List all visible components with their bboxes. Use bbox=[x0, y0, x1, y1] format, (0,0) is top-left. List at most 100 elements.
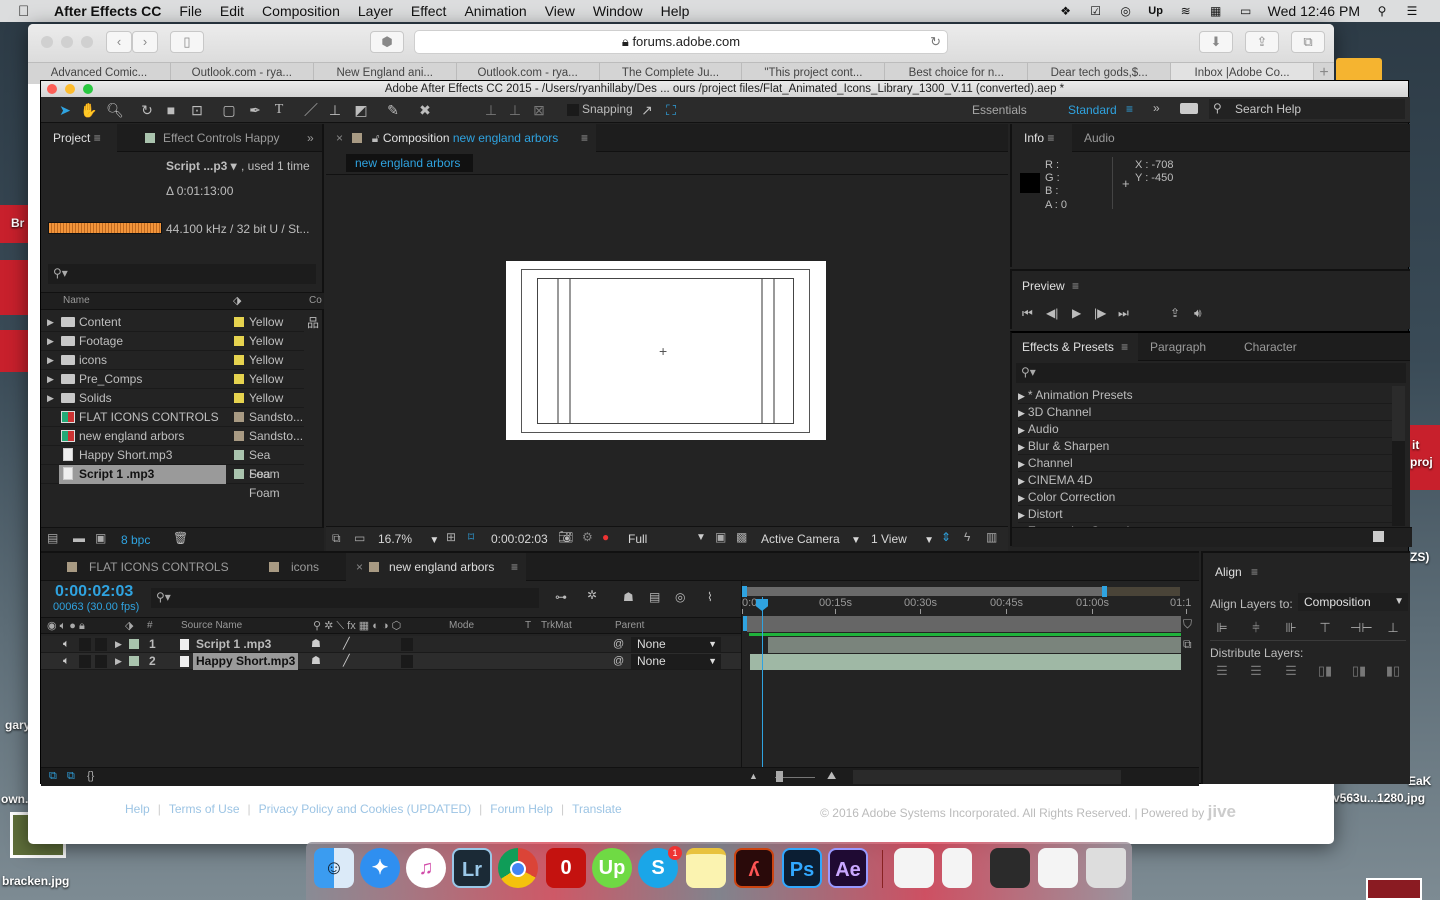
effects-category[interactable]: ▶ * Animation Presets bbox=[1018, 387, 1392, 404]
play-icon[interactable]: ▶ bbox=[1072, 306, 1081, 320]
clock[interactable]: Wed 12:46 PM bbox=[1268, 3, 1360, 19]
menu-animation[interactable]: Animation bbox=[464, 3, 526, 19]
minimize-button[interactable] bbox=[65, 84, 75, 94]
tab-audio[interactable]: Audio bbox=[1084, 124, 1115, 152]
label-color-swatch[interactable] bbox=[234, 450, 244, 460]
layer-source-name[interactable]: Happy Short.mp3 bbox=[193, 653, 299, 670]
composition-viewer-canvas[interactable]: + bbox=[506, 261, 826, 440]
time-ruler[interactable]: 0:0 00:15s 00:30s 00:45s 01:00s 01:1 bbox=[742, 597, 1191, 615]
effects-category[interactable]: ▶ Blur & Sharpen bbox=[1018, 438, 1392, 455]
desktop-file-label[interactable]: ZS) bbox=[1410, 550, 1429, 564]
zoom-tool-icon[interactable]: 🔍︎ bbox=[105, 101, 125, 119]
new-composition-icon[interactable]: ▣ bbox=[95, 531, 106, 545]
dock-minimized-window[interactable] bbox=[942, 848, 972, 888]
dock-photoshop-icon[interactable]: Ps bbox=[782, 848, 822, 888]
tab-info[interactable]: Info ≡ bbox=[1012, 124, 1072, 152]
expand-arrow-icon[interactable]: ▶ bbox=[1018, 476, 1025, 486]
frame-blending-icon[interactable]: ▤ bbox=[649, 590, 660, 604]
zoom-button[interactable] bbox=[81, 36, 93, 48]
zoom-button[interactable] bbox=[83, 84, 93, 94]
effects-category[interactable]: ▶ CINEMA 4D bbox=[1018, 472, 1392, 489]
menu-edit[interactable]: Edit bbox=[220, 3, 244, 19]
footer-link-privacy[interactable]: Privacy Policy and Cookies (UPDATED) bbox=[259, 802, 472, 816]
align-vertical-center-icon[interactable]: ⊣⊢ bbox=[1350, 620, 1373, 636]
flowchart-icon[interactable]: 品 bbox=[307, 314, 319, 331]
label-color-swatch[interactable] bbox=[234, 317, 244, 327]
label-color-swatch[interactable] bbox=[234, 336, 244, 346]
project-item[interactable]: ▶ Pre_Comps Yellow bbox=[41, 370, 304, 389]
solo-toggle[interactable] bbox=[79, 638, 91, 651]
3d-layer-switch[interactable] bbox=[401, 655, 413, 668]
last-frame-icon[interactable]: ⏭ bbox=[1118, 306, 1129, 321]
previous-frame-icon[interactable]: ◀| bbox=[1046, 306, 1058, 320]
camera-tool-icon[interactable]: ■ bbox=[161, 101, 181, 119]
channel-rgb-icon[interactable]: ● bbox=[602, 530, 609, 544]
transfer-controls-toggle-icon[interactable]: ⧉ bbox=[67, 770, 75, 783]
current-time-display[interactable]: 0:00:02:03 bbox=[491, 532, 548, 546]
tab-composition[interactable]: × 🔓︎ Composition new england arbors bbox=[326, 124, 596, 152]
downloads-button[interactable]: ⬇ bbox=[1199, 31, 1233, 53]
tab-effects-presets[interactable]: Effects & Presets ≡ bbox=[1012, 333, 1138, 361]
magnification-dropdown[interactable]: 16.7% ▼ bbox=[378, 532, 439, 546]
column-t[interactable]: T bbox=[525, 620, 531, 631]
label-color-swatch[interactable] bbox=[234, 431, 244, 441]
label-color-swatch[interactable] bbox=[234, 355, 244, 365]
project-item[interactable]: ▶ Content Yellow bbox=[41, 313, 304, 332]
mute-audio-icon[interactable]: 🔊︎ bbox=[1194, 306, 1202, 321]
title-action-safe-icon[interactable]: ⊞ bbox=[446, 530, 456, 544]
timeline-horizontal-scrollbar[interactable] bbox=[853, 770, 1121, 784]
parent-dropdown[interactable]: None ▼ bbox=[631, 654, 721, 669]
resolution-dropdown[interactable]: Full bbox=[628, 532, 647, 546]
distribute-bottom-icon[interactable]: ☰ bbox=[1282, 663, 1300, 679]
hand-tool-icon[interactable]: ✋ bbox=[79, 101, 99, 119]
sidebar-toggle-button[interactable]: ▯ bbox=[170, 31, 204, 53]
layer-row[interactable]: 🔈︎ ▶ 2 Happy Short.mp3 ☗ ╱ @ None ▼ bbox=[41, 653, 741, 670]
desktop-file-label[interactable]: v563u...1280.jpg bbox=[1333, 791, 1425, 805]
desktop-file-label[interactable]: gary bbox=[5, 718, 30, 732]
dock-acrobat-icon[interactable]: ʎ bbox=[734, 848, 774, 888]
graph-editor-icon[interactable]: ⌇ bbox=[707, 590, 713, 604]
menu-layer[interactable]: Layer bbox=[358, 3, 393, 19]
footer-link-forum-help[interactable]: Forum Help bbox=[490, 802, 553, 816]
navigator-end-handle[interactable] bbox=[1102, 586, 1107, 597]
dock-minimized-window[interactable] bbox=[1038, 848, 1078, 888]
work-area-navigator[interactable] bbox=[744, 587, 1180, 596]
world-axis-icon[interactable]: ⊥ bbox=[505, 101, 525, 119]
dock-finder-icon[interactable]: ☺ bbox=[314, 848, 354, 888]
panel-menu-icon[interactable]: ≡ bbox=[581, 124, 588, 152]
dock-upwork-icon[interactable]: Up bbox=[592, 848, 632, 888]
always-preview-icon[interactable]: ⧉ bbox=[332, 531, 341, 546]
timeline-tab-flat-icons-controls[interactable]: FLAT ICONS CONTROLS bbox=[41, 553, 231, 581]
timeline-tab-icons[interactable]: icons bbox=[269, 553, 319, 581]
transparency-grid-icon[interactable]: ▩ bbox=[736, 530, 747, 544]
distribute-vertical-center-icon[interactable]: ☰ bbox=[1247, 663, 1265, 679]
forward-button[interactable]: › bbox=[132, 31, 158, 53]
label-color-swatch[interactable] bbox=[129, 656, 139, 666]
expand-arrow-icon[interactable]: ▶ bbox=[47, 389, 54, 408]
label-color-swatch[interactable] bbox=[234, 412, 244, 422]
motion-blur-icon[interactable]: ◎ bbox=[675, 590, 685, 604]
more-panels-icon[interactable]: » bbox=[307, 124, 314, 152]
lock-toggle[interactable] bbox=[95, 655, 107, 668]
column-trkmat[interactable]: TrkMat bbox=[541, 620, 572, 631]
lock-toggle[interactable] bbox=[95, 638, 107, 651]
footer-link-terms[interactable]: Terms of Use bbox=[169, 802, 240, 816]
expand-arrow-icon[interactable]: ▶ bbox=[1018, 510, 1025, 520]
effects-category[interactable]: ▶ Distort bbox=[1018, 506, 1392, 523]
tab-effect-controls[interactable]: Effect Controls Happy bbox=[141, 124, 280, 152]
dock-lightroom-icon[interactable]: Lr bbox=[452, 848, 492, 888]
dock-minimized-window[interactable] bbox=[894, 848, 934, 888]
project-item[interactable]: new england arbors Sandsto... bbox=[41, 427, 304, 446]
layer-bar-happy-short[interactable] bbox=[750, 654, 1181, 670]
snapshot-camera-icon[interactable]: 📷︎ bbox=[558, 530, 573, 544]
expand-arrow-icon[interactable]: ▶ bbox=[1018, 425, 1025, 435]
align-horizontal-center-icon[interactable]: ⫩ bbox=[1247, 620, 1265, 636]
audio-toggle-icon[interactable]: 🔈︎ bbox=[63, 636, 70, 653]
timeline-search-field[interactable]: ⚲▾ bbox=[151, 588, 539, 608]
spotlight-search-icon[interactable]: ⚲ bbox=[1374, 4, 1390, 18]
dock-itunes-icon[interactable]: ♫ bbox=[406, 848, 446, 888]
column-number[interactable]: # bbox=[147, 620, 153, 631]
effects-category[interactable]: ▶ Audio bbox=[1018, 421, 1392, 438]
dock-after-effects-icon[interactable]: Ae bbox=[828, 848, 868, 888]
puppet-pin-tool-icon[interactable]: ✖ bbox=[415, 101, 435, 119]
